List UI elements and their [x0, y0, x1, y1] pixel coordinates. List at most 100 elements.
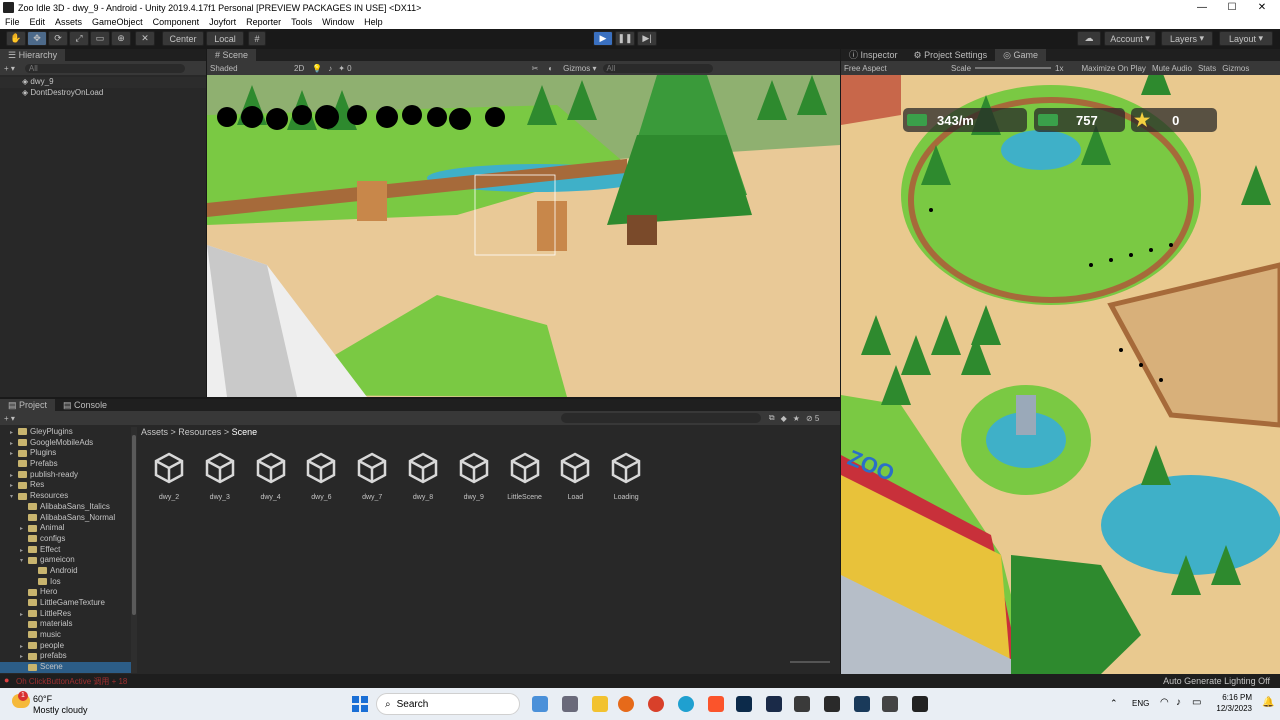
breadcrumb-resources[interactable]: Resources: [178, 427, 221, 437]
tab-project[interactable]: ▤ Project: [0, 399, 56, 411]
hierarchy-item-scene[interactable]: ◈ dwy_9: [0, 77, 206, 88]
folder-tree-item[interactable]: ▾ gameicon: [0, 555, 131, 566]
add-icon[interactable]: + ▾: [4, 64, 15, 73]
play-button[interactable]: ▶: [593, 31, 613, 46]
transform-tool-icon[interactable]: ⊕: [111, 31, 131, 46]
menu-gameobject[interactable]: GameObject: [87, 17, 148, 27]
filter-type-icon[interactable]: ⧉: [769, 413, 775, 423]
hand-tool-icon[interactable]: ✋: [6, 31, 26, 46]
folder-tree-item[interactable]: AlibabaSans_Normal: [0, 513, 131, 524]
scale-tool-icon[interactable]: ⤢: [69, 31, 89, 46]
game-gizmos-dropdown[interactable]: Gizmos: [1222, 64, 1249, 73]
chrome-icon[interactable]: [648, 696, 664, 712]
menu-assets[interactable]: Assets: [50, 17, 87, 27]
language-indicator[interactable]: ENG: [1132, 699, 1149, 708]
mode-2d-button[interactable]: 2D: [294, 64, 304, 73]
menu-file[interactable]: File: [0, 17, 25, 27]
pivot-center-button[interactable]: Center: [162, 31, 204, 46]
expand-arrow-icon[interactable]: ▾: [20, 556, 28, 567]
cloud-icon[interactable]: ☁: [1077, 31, 1101, 46]
folder-tree-item[interactable]: LittleGameTexture: [0, 598, 131, 609]
battery-icon[interactable]: ▭: [1192, 697, 1201, 708]
maximize-on-play-toggle[interactable]: Maximize On Play: [1081, 64, 1145, 73]
lighting-status[interactable]: Auto Generate Lighting Off: [1163, 676, 1270, 686]
unity-editor-icon[interactable]: [912, 696, 928, 712]
scene-gizmos-dropdown[interactable]: Gizmos ▾: [563, 64, 596, 73]
taskbar-search-box[interactable]: ⌕ Search: [376, 693, 520, 715]
vscode-icon[interactable]: [854, 696, 870, 712]
scene-asset-tile[interactable]: dwy_9: [452, 452, 496, 501]
project-search-input[interactable]: [560, 413, 761, 423]
folder-tree-item[interactable]: ▸ Res: [0, 480, 131, 491]
camera-icon[interactable]: ◐: [548, 64, 553, 73]
folder-tree-item[interactable]: ▸ people: [0, 641, 131, 652]
menu-reporter[interactable]: Reporter: [241, 17, 286, 27]
tools-icon[interactable]: ✂: [532, 64, 539, 73]
menu-edit[interactable]: Edit: [25, 17, 51, 27]
clock-date[interactable]: 12/3/2023: [1212, 704, 1252, 713]
edge-icon[interactable]: [678, 696, 694, 712]
scene-asset-tile[interactable]: LittleScene: [503, 452, 547, 501]
firefox-icon[interactable]: [618, 696, 634, 712]
hierarchy-search-input[interactable]: All: [24, 63, 185, 73]
layout-dropdown[interactable]: Layout ▾: [1219, 31, 1273, 46]
layers-dropdown[interactable]: Layers ▾: [1161, 31, 1213, 46]
icon-size-slider[interactable]: [790, 661, 830, 663]
mute-audio-toggle[interactable]: Mute Audio: [1152, 64, 1192, 73]
folder-tree-item[interactable]: Scene: [0, 662, 131, 673]
folder-tree-item[interactable]: AlibabaSans_Italics: [0, 502, 131, 513]
tab-project-settings[interactable]: ⚙ Project Settings: [906, 49, 996, 61]
folder-tree-item[interactable]: Prefabs: [0, 459, 131, 470]
game-viewport[interactable]: 343/m 757 ★ 0 ZOO: [841, 75, 1280, 674]
brave-icon[interactable]: [708, 696, 724, 712]
rotate-tool-icon[interactable]: ⟳: [48, 31, 68, 46]
tab-game[interactable]: ◎ Game: [995, 49, 1047, 61]
folder-tree-item[interactable]: configs: [0, 534, 131, 545]
rect-tool-icon[interactable]: ▭: [90, 31, 110, 46]
aspect-dropdown[interactable]: Free Aspect: [844, 64, 949, 73]
tab-inspector[interactable]: ⓘ Inspector: [841, 49, 906, 61]
close-button[interactable]: ✕: [1248, 0, 1276, 15]
scene-asset-tile[interactable]: dwy_7: [350, 452, 394, 501]
folder-tree-item[interactable]: ▸ Animal: [0, 523, 131, 534]
unity-hub-icon[interactable]: [882, 696, 898, 712]
start-icon[interactable]: [352, 696, 368, 712]
folder-tree-item[interactable]: ▸ LittleRes: [0, 609, 131, 620]
folder-tree-item[interactable]: music: [0, 630, 131, 641]
task-view-icon[interactable]: [562, 696, 578, 712]
folder-tree-item[interactable]: ▸ GleyPlugins: [0, 427, 131, 438]
menu-tools[interactable]: Tools: [286, 17, 317, 27]
menu-help[interactable]: Help: [359, 17, 388, 27]
tab-console[interactable]: ▤ Console: [55, 399, 115, 411]
notifications-bell-icon[interactable]: 🔔: [1262, 697, 1274, 708]
pivot-local-button[interactable]: Local: [206, 31, 244, 46]
tray-chevron-icon[interactable]: ⌃: [1110, 698, 1118, 709]
scene-viewport[interactable]: [207, 75, 840, 397]
account-dropdown[interactable]: Account ▾: [1104, 31, 1156, 46]
hierarchy-item-dontdestroy[interactable]: ◈ DontDestroyOnLoad: [0, 88, 206, 99]
folder-tree-item[interactable]: ▾ Resources: [0, 491, 131, 502]
folder-tree-item[interactable]: ▸ Plugins: [0, 448, 131, 459]
filter-label-icon[interactable]: ◆: [781, 414, 787, 423]
folder-tree-item[interactable]: ▸ Effect: [0, 545, 131, 556]
scene-asset-tile[interactable]: dwy_2: [147, 452, 191, 501]
folder-tree-item[interactable]: materials: [0, 619, 131, 630]
step-button[interactable]: ▶|: [637, 31, 657, 46]
volume-icon[interactable]: ♪: [1176, 697, 1181, 708]
scene-asset-tile[interactable]: dwy_3: [198, 452, 242, 501]
nox-icon[interactable]: [824, 696, 840, 712]
wifi-icon[interactable]: ◠: [1160, 697, 1169, 708]
folder-tree-item[interactable]: ▸ publish-ready: [0, 470, 131, 481]
create-asset-icon[interactable]: + ▾: [4, 414, 15, 423]
effects-icon[interactable]: ✦ 0: [338, 64, 351, 73]
custom-tool-icon[interactable]: ✕: [135, 31, 155, 46]
scene-asset-tile[interactable]: Load: [553, 452, 597, 501]
minimize-button[interactable]: —: [1188, 0, 1216, 15]
folder-tree-item[interactable]: ▸ prefabs: [0, 651, 131, 662]
hidden-packages-icon[interactable]: ⊘ 5: [806, 414, 819, 423]
breadcrumb-assets[interactable]: Assets: [141, 427, 168, 437]
lighting-icon[interactable]: 💡: [312, 64, 322, 73]
scene-asset-tile[interactable]: dwy_6: [299, 452, 343, 501]
scale-slider[interactable]: [975, 67, 1052, 69]
tab-scene[interactable]: # Scene: [207, 49, 257, 61]
